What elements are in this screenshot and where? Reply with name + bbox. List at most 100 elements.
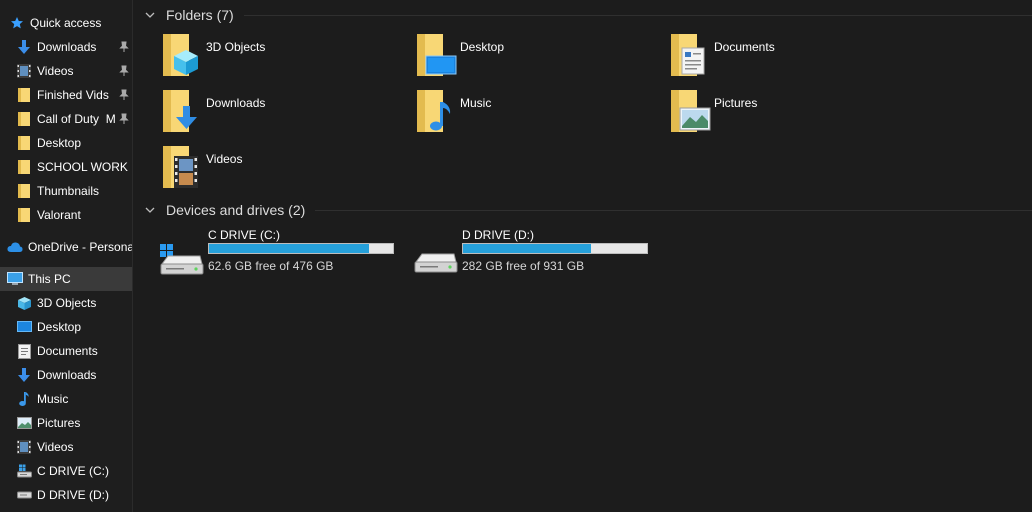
download-arrow-icon — [16, 367, 32, 383]
drive-usage-bar — [208, 243, 394, 254]
chevron-down-icon[interactable] — [144, 9, 156, 21]
nav-quick-access[interactable]: Quick access — [0, 11, 132, 35]
film-icon — [16, 63, 32, 79]
nav-label: Videos — [37, 64, 74, 78]
nav-label: Music — [37, 392, 69, 406]
nav-label: SCHOOL WORK — [37, 160, 128, 174]
nav-pc-pictures[interactable]: Pictures — [0, 411, 132, 435]
nav-label: Call of Duty M — [37, 112, 116, 126]
folder-tile-videos[interactable]: Videos — [160, 142, 400, 194]
folder-label: Music — [460, 96, 492, 110]
computer-icon — [7, 271, 23, 287]
folder-tile-pictures[interactable]: Pictures — [668, 86, 908, 138]
music-note-icon — [16, 391, 32, 407]
folder-tile-desktop[interactable]: Desktop — [414, 30, 654, 82]
drive-name: D DRIVE (D:) — [462, 228, 534, 242]
folders-group-header[interactable]: Folders (7) — [136, 5, 1032, 25]
nav-label: Finished Vids — [37, 88, 109, 102]
folder-label: Videos — [206, 152, 243, 166]
drive-icon — [414, 253, 458, 273]
windows-drive-icon — [160, 244, 204, 275]
nav-label: Valorant — [37, 208, 81, 222]
nav-pc-music[interactable]: Music — [0, 387, 132, 411]
nav-label: Downloads — [37, 40, 97, 54]
folder-icon — [16, 111, 32, 127]
nav-label: Desktop — [37, 136, 82, 150]
desktop-icon — [16, 319, 32, 335]
folder-videos-icon — [163, 146, 198, 188]
drive-usage-bar — [462, 243, 648, 254]
folder-icon — [16, 183, 32, 199]
folder-label: 3D Objects — [206, 40, 266, 54]
nav-onedrive[interactable]: OneDrive - Personal — [0, 235, 132, 259]
folder-pictures-icon — [671, 90, 711, 132]
drive-usage-fill — [209, 244, 369, 253]
nav-label: 3D Objects — [37, 296, 97, 310]
nav-label: Documents — [37, 344, 98, 358]
nav-thumbnails[interactable]: Thumbnails — [0, 179, 132, 203]
cloud-icon — [7, 239, 23, 255]
nav-label: This PC — [28, 272, 71, 286]
nav-call-of-duty[interactable]: Call of Duty M — [0, 107, 132, 131]
folder-3d-objects-icon — [163, 34, 198, 76]
nav-quick-desktop[interactable]: Desktop — [0, 131, 132, 155]
folder-tile-music[interactable]: Music — [414, 86, 654, 138]
folder-downloads-icon — [163, 90, 197, 132]
nav-d-drive[interactable]: D DRIVE (D:) — [0, 483, 132, 507]
star-icon — [9, 15, 25, 31]
download-arrow-icon — [16, 39, 32, 55]
nav-this-pc[interactable]: This PC — [0, 267, 132, 291]
pin-icon[interactable] — [118, 89, 130, 101]
pin-icon[interactable] — [118, 41, 130, 53]
folder-tile-3d-objects[interactable]: 3D Objects — [160, 30, 400, 82]
picture-icon — [16, 415, 32, 431]
folder-label: Pictures — [714, 96, 758, 110]
chevron-down-icon[interactable] — [144, 204, 156, 216]
nav-pc-documents[interactable]: Documents — [0, 339, 132, 363]
drive-tile-d[interactable]: D DRIVE (D:) 282 GB free of 931 GB — [414, 228, 664, 278]
folder-icon — [16, 87, 32, 103]
folder-label: Downloads — [206, 96, 266, 110]
folder-desktop-icon — [417, 34, 457, 76]
content-pane: Folders (7) 3D Objects Desktop Documents — [136, 0, 1032, 512]
pin-icon[interactable] — [118, 113, 130, 125]
nav-pc-desktop[interactable]: Desktop — [0, 315, 132, 339]
group-divider — [315, 209, 1032, 211]
folder-label: Desktop — [460, 40, 505, 54]
nav-label: Quick access — [30, 16, 102, 30]
document-icon — [16, 343, 32, 359]
drive-icon — [16, 463, 32, 479]
drives-group-header[interactable]: Devices and drives (2) — [136, 200, 1032, 220]
drive-icon — [16, 487, 32, 503]
film-icon — [16, 439, 32, 455]
nav-valorant[interactable]: Valorant — [0, 203, 132, 227]
drive-free-space: 62.6 GB free of 476 GB — [208, 259, 334, 273]
folder-icon — [16, 207, 32, 223]
folder-music-icon — [417, 90, 451, 132]
nav-label: C DRIVE (C:) — [37, 464, 109, 478]
nav-quick-videos[interactable]: Videos — [0, 59, 132, 83]
folder-tile-documents[interactable]: Documents — [668, 30, 908, 82]
nav-pc-downloads[interactable]: Downloads — [0, 363, 132, 387]
nav-label: D DRIVE (D:) — [37, 488, 109, 502]
nav-quick-downloads[interactable]: Downloads — [0, 35, 132, 59]
nav-label: Thumbnails — [37, 184, 100, 198]
nav-pc-videos[interactable]: Videos — [0, 435, 132, 459]
navigation-pane: Quick access Downloads Videos Finished V… — [0, 0, 133, 512]
pin-icon[interactable] — [118, 65, 130, 77]
folders-group-title: Folders (7) — [166, 7, 234, 23]
folder-tile-downloads[interactable]: Downloads — [160, 86, 400, 138]
drive-free-space: 282 GB free of 931 GB — [462, 259, 585, 273]
drive-usage-fill — [463, 244, 592, 253]
nav-label: Downloads — [37, 368, 97, 382]
nav-label: Videos — [37, 440, 74, 454]
nav-finished-vids[interactable]: Finished Vids — [0, 83, 132, 107]
drives-group-title: Devices and drives (2) — [166, 202, 306, 218]
nav-school-work[interactable]: SCHOOL WORK — [0, 155, 132, 179]
folder-icon — [16, 135, 32, 151]
drive-tile-c[interactable]: C DRIVE (C:) 62.6 GB free of 476 GB — [160, 228, 410, 278]
nav-label: Desktop — [37, 320, 82, 334]
folder-label: Documents — [714, 40, 775, 54]
nav-c-drive[interactable]: C DRIVE (C:) — [0, 459, 132, 483]
nav-pc-3d-objects[interactable]: 3D Objects — [0, 291, 132, 315]
